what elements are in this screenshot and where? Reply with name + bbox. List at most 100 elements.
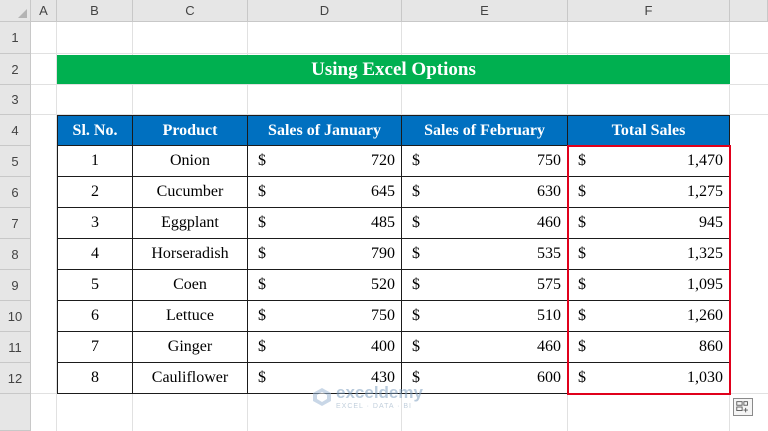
row-header-3[interactable]: 3 bbox=[0, 85, 31, 115]
cell-total-sales[interactable]: $945 bbox=[568, 208, 730, 239]
cell-product[interactable]: Horseradish bbox=[133, 239, 248, 270]
select-all-corner[interactable] bbox=[0, 0, 31, 22]
cell-sl-no[interactable]: 1 bbox=[57, 146, 133, 177]
cell-sl-no[interactable]: 8 bbox=[57, 363, 133, 394]
cell-sl-no[interactable]: 2 bbox=[57, 177, 133, 208]
cell-value: 860 bbox=[699, 338, 723, 355]
cell-total-sales[interactable]: $1,095 bbox=[568, 270, 730, 301]
cell-product[interactable]: Lettuce bbox=[133, 301, 248, 332]
cell-total-sales[interactable]: $1,325 bbox=[568, 239, 730, 270]
currency-symbol: $ bbox=[258, 307, 266, 324]
cell-product[interactable]: Cauliflower bbox=[133, 363, 248, 394]
row-header-4[interactable]: 4 bbox=[0, 115, 31, 146]
cell-product[interactable]: Cucumber bbox=[133, 177, 248, 208]
cell-sl-no[interactable]: 6 bbox=[57, 301, 133, 332]
currency-symbol: $ bbox=[578, 214, 586, 231]
cell-value: 460 bbox=[537, 338, 561, 355]
cell-total-sales[interactable]: $1,275 bbox=[568, 177, 730, 208]
cell-sl-no[interactable]: 3 bbox=[57, 208, 133, 239]
watermark: exceldemy EXCEL · DATA · BI bbox=[312, 384, 423, 410]
cell-value: 630 bbox=[537, 183, 561, 200]
row-header-1[interactable]: 1 bbox=[0, 22, 31, 54]
currency-symbol: $ bbox=[258, 369, 266, 386]
row-header-blank[interactable] bbox=[0, 394, 31, 431]
cell-value: 575 bbox=[537, 276, 561, 293]
cell-sales-february[interactable]: $750 bbox=[402, 146, 568, 177]
cell-value: 1,325 bbox=[687, 245, 723, 262]
row-header-9[interactable]: 9 bbox=[0, 270, 31, 301]
cell-sales-february[interactable]: $510 bbox=[402, 301, 568, 332]
cell-sales-january[interactable]: $485 bbox=[248, 208, 402, 239]
cell-product[interactable]: Eggplant bbox=[133, 208, 248, 239]
cell-sales-february[interactable]: $575 bbox=[402, 270, 568, 301]
currency-symbol: $ bbox=[258, 245, 266, 262]
header-total-sales[interactable]: Total Sales bbox=[568, 115, 730, 146]
cell-value: 510 bbox=[537, 307, 561, 324]
cell-sales-january[interactable]: $645 bbox=[248, 177, 402, 208]
cell-sl-no[interactable]: 4 bbox=[57, 239, 133, 270]
currency-symbol: $ bbox=[412, 214, 420, 231]
quick-analysis-button[interactable] bbox=[733, 398, 753, 416]
cell-value: 1,275 bbox=[687, 183, 723, 200]
cell-sl-no[interactable]: 7 bbox=[57, 332, 133, 363]
column-header-f[interactable]: F bbox=[568, 0, 730, 22]
gridline bbox=[31, 84, 768, 85]
row-header-11[interactable]: 11 bbox=[0, 332, 31, 363]
cell-sales-january[interactable]: $520 bbox=[248, 270, 402, 301]
cell-value: 400 bbox=[371, 338, 395, 355]
row-header-12[interactable]: 12 bbox=[0, 363, 31, 394]
cell-product[interactable]: Coen bbox=[133, 270, 248, 301]
currency-symbol: $ bbox=[412, 338, 420, 355]
cell-product[interactable]: Onion bbox=[133, 146, 248, 177]
cell-sales-january[interactable]: $400 bbox=[248, 332, 402, 363]
cell-sales-february[interactable]: $630 bbox=[402, 177, 568, 208]
cell-sales-february[interactable]: $535 bbox=[402, 239, 568, 270]
watermark-tagline: EXCEL · DATA · BI bbox=[336, 403, 412, 410]
row-header-2[interactable]: 2 bbox=[0, 54, 31, 85]
column-header-e[interactable]: E bbox=[402, 0, 568, 22]
cell-sales-january[interactable]: $790 bbox=[248, 239, 402, 270]
column-header-c[interactable]: C bbox=[133, 0, 248, 22]
column-header-b[interactable]: B bbox=[57, 0, 133, 22]
cell-total-sales[interactable]: $1,030 bbox=[568, 363, 730, 394]
sales-table: Sl. No. Product Sales of January Sales o… bbox=[57, 115, 730, 394]
gridline bbox=[31, 53, 768, 54]
column-header-empty[interactable] bbox=[730, 0, 768, 22]
cell-sales-february[interactable]: $600 bbox=[402, 363, 568, 394]
cell-sales-february[interactable]: $460 bbox=[402, 208, 568, 239]
cell-value: 750 bbox=[371, 307, 395, 324]
cell-value: 645 bbox=[371, 183, 395, 200]
cell-product[interactable]: Ginger bbox=[133, 332, 248, 363]
row-header-10[interactable]: 10 bbox=[0, 301, 31, 332]
column-header-d[interactable]: D bbox=[248, 0, 402, 22]
row-header-7[interactable]: 7 bbox=[0, 208, 31, 239]
column-header-a[interactable]: A bbox=[31, 0, 57, 22]
cell-value: 720 bbox=[371, 152, 395, 169]
cell-sl-no[interactable]: 5 bbox=[57, 270, 133, 301]
cell-sales-january[interactable]: $750 bbox=[248, 301, 402, 332]
cell-value: 600 bbox=[537, 369, 561, 386]
header-sl-no[interactable]: Sl. No. bbox=[57, 115, 133, 146]
cell-total-sales[interactable]: $860 bbox=[568, 332, 730, 363]
row-header-5[interactable]: 5 bbox=[0, 146, 31, 177]
header-sales-january[interactable]: Sales of January bbox=[248, 115, 402, 146]
cell-total-sales[interactable]: $1,470 bbox=[568, 146, 730, 177]
cell-value: 460 bbox=[537, 214, 561, 231]
spreadsheet: A B C D E F 1 2 3 4 5 6 7 8 9 10 11 12 U… bbox=[0, 0, 768, 431]
currency-symbol: $ bbox=[258, 276, 266, 293]
header-sales-february[interactable]: Sales of February bbox=[402, 115, 568, 146]
cell-value: 945 bbox=[699, 214, 723, 231]
cell-sales-february[interactable]: $460 bbox=[402, 332, 568, 363]
watermark-name: exceldemy bbox=[336, 383, 423, 402]
sheet-title[interactable]: Using Excel Options bbox=[57, 55, 730, 84]
row-header-8[interactable]: 8 bbox=[0, 239, 31, 270]
cell-sales-january[interactable]: $720 bbox=[248, 146, 402, 177]
select-all-icon bbox=[18, 9, 27, 18]
row-header-6[interactable]: 6 bbox=[0, 177, 31, 208]
header-product[interactable]: Product bbox=[133, 115, 248, 146]
currency-symbol: $ bbox=[412, 183, 420, 200]
cell-value: 1,470 bbox=[687, 152, 723, 169]
currency-symbol: $ bbox=[578, 338, 586, 355]
currency-symbol: $ bbox=[412, 152, 420, 169]
cell-total-sales[interactable]: $1,260 bbox=[568, 301, 730, 332]
